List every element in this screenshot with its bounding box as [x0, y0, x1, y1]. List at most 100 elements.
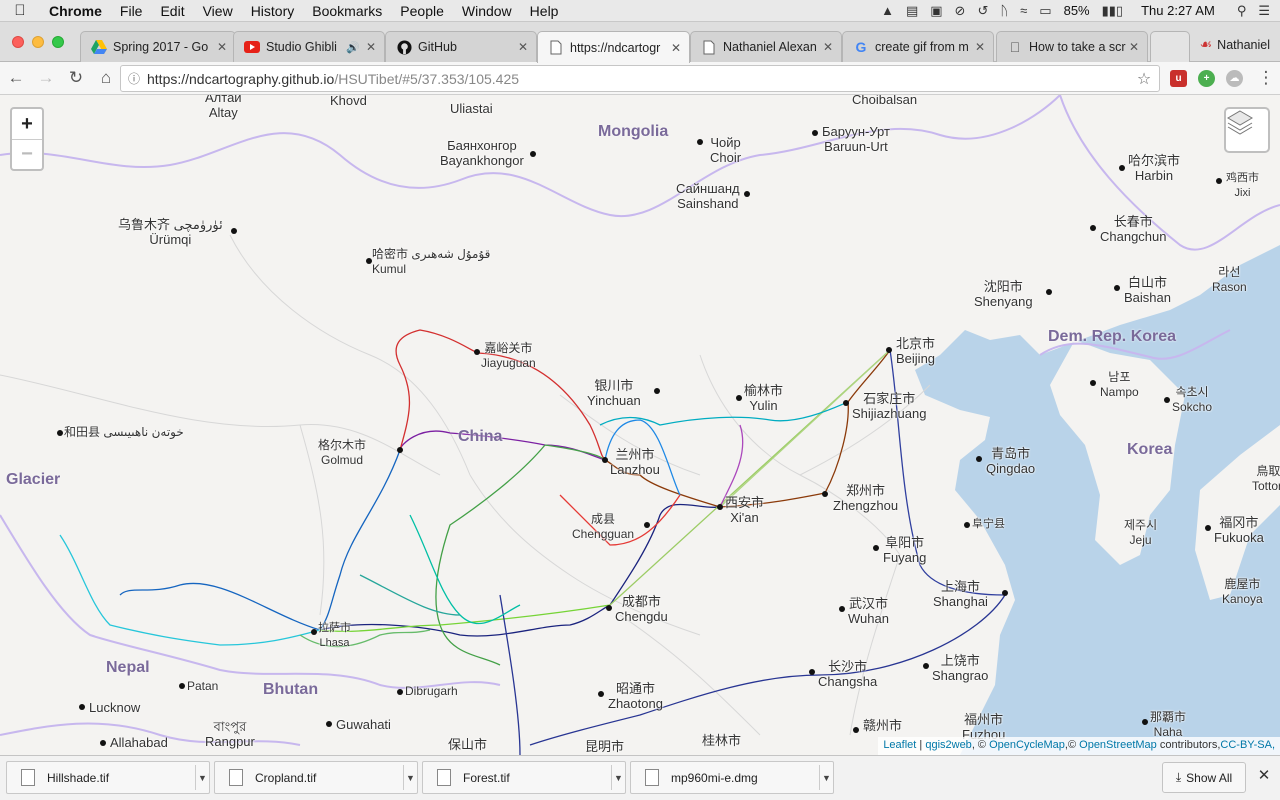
- airplay-icon[interactable]: ▭: [1039, 3, 1051, 19]
- download-item[interactable]: Hillshade.tif ▼: [6, 761, 210, 794]
- home-button[interactable]: ⌂: [92, 64, 120, 92]
- zoom-window-button[interactable]: [52, 36, 64, 48]
- layers-icon: [1227, 110, 1253, 135]
- profile-button[interactable]: ☙ Nathaniel: [1200, 36, 1270, 53]
- menu-bookmarks[interactable]: Bookmarks: [303, 3, 391, 19]
- audio-playing-icon[interactable]: 🔊: [346, 41, 360, 54]
- city-label-sokcho: 속초시 Sokcho: [1172, 385, 1213, 414]
- notification-center-icon[interactable]: ☰: [1258, 3, 1270, 19]
- download-item[interactable]: Forest.tif ▼: [422, 761, 626, 794]
- tab-ndcartography[interactable]: https://ndcartogr ✕: [537, 31, 690, 63]
- zoom-in-button[interactable]: +: [12, 109, 42, 139]
- tab-create-gif[interactable]: G create gif from m ✕: [842, 31, 994, 62]
- wifi-icon[interactable]: ≈: [1020, 3, 1027, 18]
- city-label-altay: Алтай Altay: [205, 95, 242, 120]
- city-label-jixi: 鸡西市 Jixi: [1226, 172, 1259, 199]
- tab-close-icon[interactable]: ✕: [364, 40, 378, 54]
- tab-close-icon[interactable]: ✕: [821, 40, 835, 54]
- city-dot: [1046, 289, 1052, 295]
- city-label-dibrugarh: Dibrugarh: [405, 684, 458, 698]
- address-bar[interactable]: ⓘ https://ndcartography.github.io/HSUTib…: [120, 65, 1160, 92]
- layers-control[interactable]: [1224, 107, 1270, 153]
- time-machine-icon[interactable]: ↺: [977, 3, 988, 19]
- city-label-yinchuan: 银川市 Yinchuan: [587, 378, 641, 408]
- license-link[interactable]: CC-BY-SA,: [1220, 739, 1275, 751]
- city-dot: [654, 388, 660, 394]
- opencyclemap-link[interactable]: OpenCycleMap: [989, 739, 1065, 751]
- city-label-ganzhou: 赣州市: [863, 718, 903, 733]
- chevron-down-icon[interactable]: ▼: [819, 765, 833, 790]
- tab-spring-2017[interactable]: Spring 2017 - Go ✕: [80, 31, 236, 62]
- menu-help[interactable]: Help: [521, 3, 568, 19]
- menu-bar:  Chrome File Edit View History Bookmark…: [0, 0, 1280, 22]
- city-dot: [976, 456, 982, 462]
- new-tab-button[interactable]: [1150, 31, 1190, 62]
- app-menu[interactable]: Chrome: [40, 3, 111, 19]
- minimize-window-button[interactable]: [32, 36, 44, 48]
- tab-nathaniel-alexander[interactable]: Nathaniel Alexan ✕: [690, 31, 842, 62]
- city-label-guwahati: Guwahati: [336, 717, 391, 732]
- show-all-downloads-button[interactable]: ⤓ Show All: [1162, 762, 1246, 793]
- cloud-extension-icon[interactable]: ☁: [1226, 70, 1243, 87]
- city-label-shangrao: 上饶市 Shangrao: [932, 653, 989, 683]
- close-window-button[interactable]: [12, 36, 24, 48]
- country-label: Bhutan: [263, 681, 319, 698]
- lock-status-icon[interactable]: ▤: [906, 3, 918, 19]
- close-downloads-shelf-icon[interactable]: ✕: [1254, 766, 1274, 788]
- bluetooth-icon[interactable]: ᚢ: [1000, 3, 1008, 18]
- menu-people[interactable]: People: [391, 3, 453, 19]
- chrome-menu-icon[interactable]: ⋮: [1252, 64, 1280, 92]
- tab-studio-ghibli[interactable]: Studio Ghibli 🔊 ✕: [233, 31, 385, 62]
- tab-close-icon[interactable]: ✕: [1127, 40, 1141, 54]
- download-arrow-icon: ⤓: [1175, 770, 1182, 784]
- city-label-khovd: Khovd: [330, 95, 367, 108]
- forward-button[interactable]: →: [32, 64, 60, 92]
- drive-status-icon[interactable]: ▲: [881, 3, 894, 18]
- openstreetmap-link[interactable]: OpenStreetMap: [1079, 739, 1157, 751]
- city-dot: [474, 349, 480, 355]
- leaflet-map[interactable]: Mongolia China Dem. Rep. Korea Korea Nep…: [0, 95, 1280, 755]
- menu-file[interactable]: File: [111, 3, 152, 19]
- qgis2web-link[interactable]: qgis2web: [925, 739, 971, 751]
- menu-window[interactable]: Window: [453, 3, 521, 19]
- apple-menu-icon[interactable]: : [0, 2, 40, 19]
- ublock-extension-icon[interactable]: u: [1170, 70, 1187, 87]
- download-item[interactable]: Cropland.tif ▼: [214, 761, 418, 794]
- site-info-icon[interactable]: ⓘ: [121, 70, 147, 87]
- menu-edit[interactable]: Edit: [151, 3, 193, 19]
- city-label-xian: 西安市 Xi'an: [725, 495, 765, 525]
- back-button[interactable]: ←: [2, 64, 30, 92]
- google-icon: G: [855, 39, 867, 55]
- tab-close-icon[interactable]: ✕: [973, 40, 987, 54]
- zoom-out-button[interactable]: −: [12, 139, 42, 169]
- menu-view[interactable]: View: [194, 3, 242, 19]
- city-dot: [873, 545, 879, 551]
- city-dot: [231, 228, 237, 234]
- clock[interactable]: Thu 2:27 AM: [1141, 3, 1215, 18]
- city-label-fuyang: 阜阳市 Fuyang: [883, 535, 927, 565]
- city-dot: [397, 689, 403, 695]
- chevron-down-icon[interactable]: ▼: [611, 765, 625, 790]
- tab-close-icon[interactable]: ✕: [215, 40, 229, 54]
- city-label-kumul: 哈密市 قۇمۇل شەھىرى Kumul: [372, 247, 491, 276]
- battery-icon[interactable]: ▮▮▯: [1102, 3, 1123, 19]
- city-label-guilin: 桂林市: [702, 733, 742, 748]
- reload-button[interactable]: ↻: [62, 64, 90, 92]
- download-item[interactable]: mp960mi-e.dmg ▼: [630, 761, 834, 794]
- screen-icon[interactable]: ▣: [930, 3, 942, 19]
- city-dot: [606, 605, 612, 611]
- leaflet-link[interactable]: Leaflet: [883, 739, 916, 751]
- spotlight-search-icon[interactable]: ⚲: [1237, 3, 1247, 19]
- tab-close-icon[interactable]: ✕: [669, 41, 683, 55]
- tab-github[interactable]: GitHub ✕: [385, 31, 537, 62]
- tab-how-to-screenshot[interactable]:  How to take a scr ✕: [996, 31, 1148, 62]
- bookmark-star-icon[interactable]: ☆: [1129, 69, 1159, 89]
- add-extension-icon[interactable]: +: [1198, 70, 1215, 87]
- city-label-bayankhongor: Баянхонгор Bayankhongor: [440, 138, 524, 168]
- chevron-down-icon[interactable]: ▼: [195, 765, 209, 790]
- menu-history[interactable]: History: [242, 3, 304, 19]
- chevron-down-icon[interactable]: ▼: [403, 765, 417, 790]
- dnd-icon[interactable]: ⊘: [955, 3, 966, 19]
- city-label-jeju: 제주시 Jeju: [1124, 518, 1158, 547]
- tab-close-icon[interactable]: ✕: [516, 40, 530, 54]
